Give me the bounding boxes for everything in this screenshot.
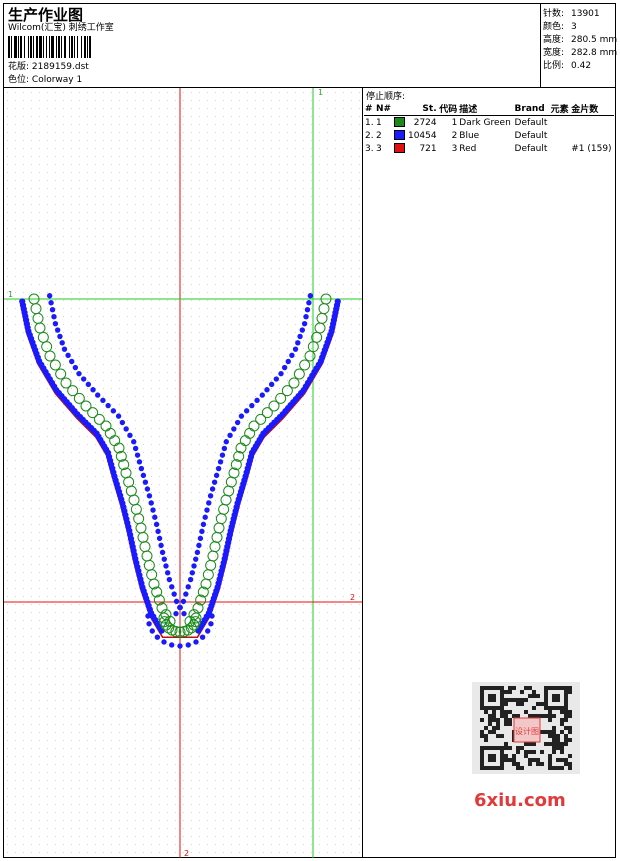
stat-height: 高度: 280.5 mm	[543, 35, 618, 45]
col-n: N#	[374, 102, 393, 116]
col-brand: Brand	[513, 102, 550, 116]
barcode	[8, 36, 91, 58]
col-desc: 描述	[458, 102, 514, 116]
col-stitches: St.	[405, 102, 438, 116]
stat-colors: 颜色: 3	[543, 22, 577, 32]
design-canvas: 1 1 2 2	[4, 88, 362, 858]
table-row: 3. 3 721 3 Red Default #1 (159)	[365, 143, 612, 154]
stop-sequence-title: 停止顺序:	[366, 92, 406, 102]
table-row: 1. 1 2724 1 Dark Green Default	[365, 117, 548, 128]
design-preview: 1 1 2 2	[4, 88, 362, 858]
color-swatch	[393, 117, 405, 128]
col-num: #	[364, 102, 375, 116]
col-elem: 元素	[549, 102, 571, 116]
watermark-logo: 6xiu.com	[474, 790, 566, 811]
col-code: 代码	[437, 102, 459, 116]
guide-label-h1: 1	[8, 290, 13, 299]
qr-code: 设计图	[472, 682, 580, 774]
colorway-row: 色位: Colorway 1	[8, 75, 82, 86]
stop-table-header: # N# St. 代码 描述 Brand 元素 金片数	[364, 102, 614, 116]
stat-width: 宽度: 282.8 mm	[543, 48, 618, 58]
color-swatch	[393, 143, 405, 154]
panel-divider	[362, 87, 363, 858]
design-file: 2189159.dst	[31, 62, 89, 72]
stat-scale: 比例: 0.42	[543, 61, 592, 71]
seal-text: 设计图	[515, 726, 539, 736]
stat-stitches: 针数: 13901	[543, 9, 600, 19]
col-seq: 金片数	[570, 102, 614, 116]
colorway-label: 色位:	[8, 75, 30, 85]
color-swatch	[393, 130, 405, 141]
stop-sequence-table: # N# St. 代码 描述 Brand 元素 金片数 1. 1 2724 1 Da…	[364, 102, 614, 155]
col-swatch	[392, 102, 406, 116]
guide-label-v1: 1	[318, 88, 323, 97]
guide-label-v2: 2	[184, 849, 189, 858]
guide-label-h2: 2	[350, 593, 355, 602]
sheet-title: 生产作业图	[8, 6, 84, 24]
colorway-name: Colorway 1	[31, 75, 83, 85]
studio-name: Wilcom(汇宝) 刺绣工作室	[8, 23, 114, 33]
grid-background	[4, 88, 362, 858]
stats-divider	[540, 3, 541, 88]
design-label: 花版:	[8, 62, 30, 72]
table-row: 2. 2 10454 2 Blue Default	[365, 130, 548, 141]
design-file-row: 花版: 2189159.dst	[8, 62, 89, 73]
